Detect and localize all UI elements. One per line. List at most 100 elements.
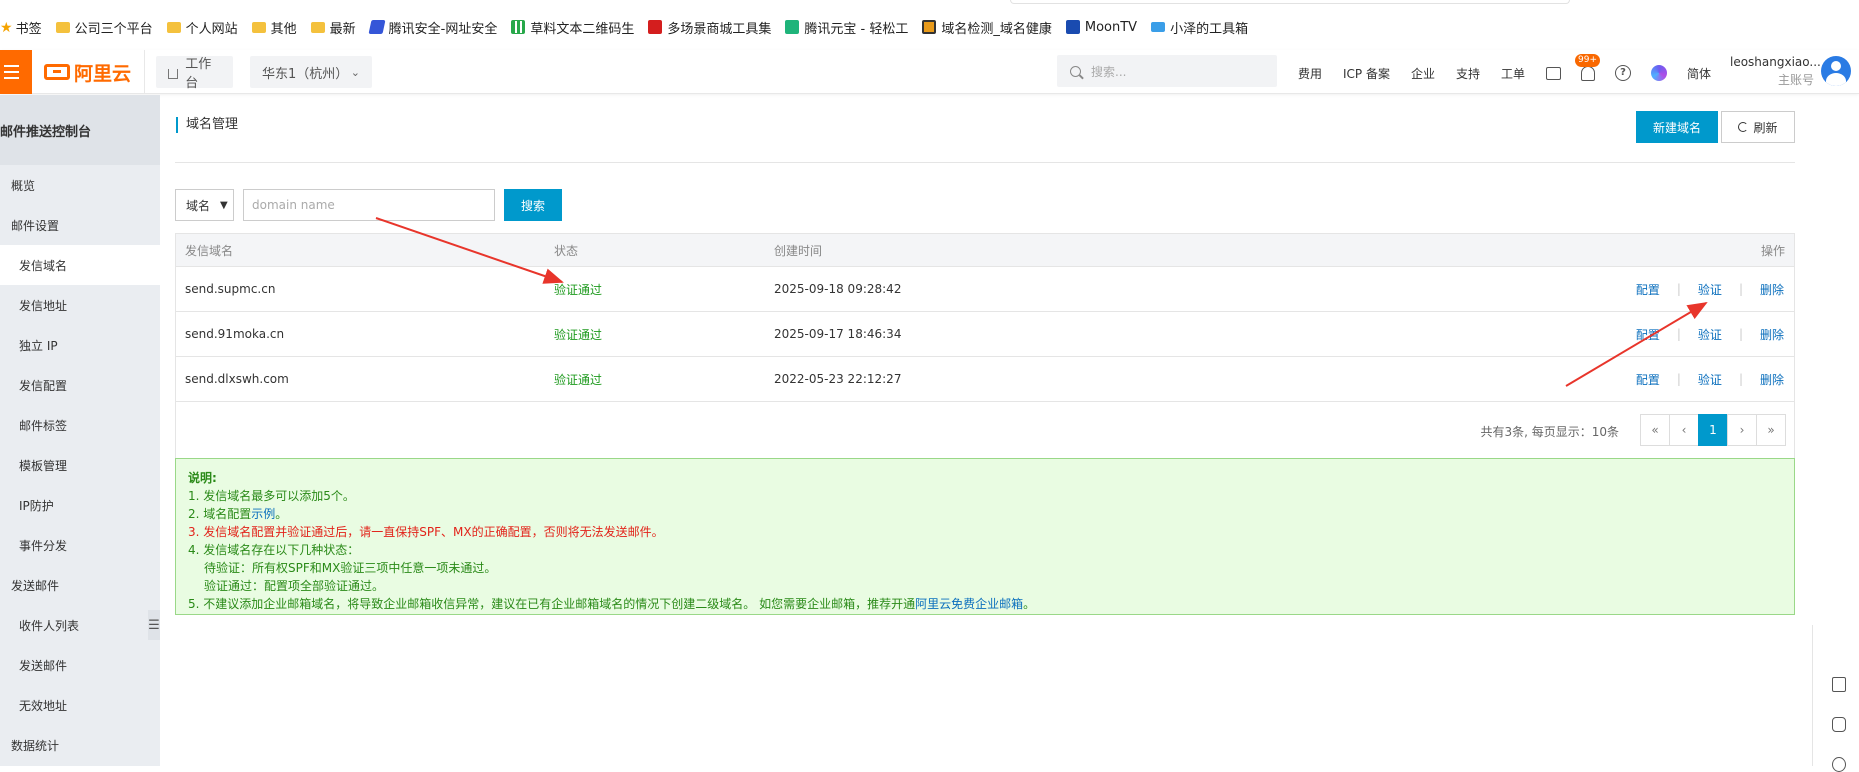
sidebar-item[interactable]: 事件分发	[0, 525, 160, 565]
bookmark-label: 最新	[329, 21, 356, 37]
sidebar-item[interactable]: 独立 IP	[0, 325, 160, 365]
sidebar-item[interactable]: 发送邮件	[0, 565, 160, 605]
ai-assistant-icon[interactable]	[1651, 65, 1668, 81]
new-domain-button[interactable]: 新建域名	[1636, 111, 1718, 143]
right-toolbar	[1812, 625, 1859, 772]
sidebar-item[interactable]: 概览	[0, 165, 160, 205]
example-link[interactable]: 示例	[251, 507, 275, 521]
verify-link[interactable]: 验证	[1698, 281, 1722, 298]
sidebar-item[interactable]: 无效地址	[0, 685, 160, 725]
domain-search-input[interactable]: domain name	[243, 189, 495, 221]
verify-link[interactable]: 验证	[1698, 326, 1722, 343]
document-icon[interactable]	[1832, 677, 1846, 692]
bookmark-item[interactable]: ★ 书签	[0, 18, 42, 37]
sidebar-item[interactable]: 收件人列表	[0, 605, 160, 645]
delete-link[interactable]: 删除	[1760, 371, 1784, 388]
nav-link-ticket[interactable]: 工单	[1501, 65, 1525, 82]
sidebar: 邮件推送控制台 概览 邮件设置 发信域名 发信地址 独立 IP 发信配置 邮件标签 模板管理 I…	[0, 95, 160, 766]
note-line-4a: 待验证：所有权SPF和MX验证三项中任意一项未通过。	[204, 561, 497, 575]
config-link[interactable]: 配置	[1636, 326, 1660, 343]
nav-link-icp[interactable]: ICP 备案	[1343, 65, 1390, 82]
bookmark-item[interactable]: MoonTV	[1065, 20, 1137, 35]
note-line-3: 3. 发信域名配置并验证通过后，请一直保持SPF、MX的正确配置，否则将无法发送…	[188, 525, 664, 539]
config-link[interactable]: 配置	[1636, 371, 1660, 388]
star-icon: ★	[0, 20, 13, 36]
bell-icon[interactable]	[1581, 65, 1596, 81]
page-last-button[interactable]: »	[1756, 414, 1786, 446]
duo-icon	[648, 20, 663, 34]
pagination: « ‹ 1 › »	[1640, 414, 1786, 446]
delete-link[interactable]: 删除	[1760, 281, 1784, 298]
search-button[interactable]: 搜索	[504, 189, 562, 221]
sidebar-item[interactable]: 数据统计	[0, 725, 160, 765]
bookmark-item[interactable]: 公司三个平台	[55, 18, 153, 37]
separator: |	[1676, 372, 1681, 386]
refresh-button[interactable]: 刷新	[1721, 111, 1795, 143]
note-line-2: 2. 域名配置示例。	[188, 505, 1782, 523]
column-header-status: 状态	[554, 243, 579, 258]
sidebar-item[interactable]: 发信配置	[0, 365, 160, 405]
settings-icon[interactable]	[1832, 757, 1846, 772]
cell-status: 验证通过	[554, 327, 603, 342]
folder-icon	[55, 21, 70, 33]
sidebar-item[interactable]: 发信地址	[0, 285, 160, 325]
collapse-sidebar-icon[interactable]: ☰	[148, 610, 160, 640]
cell-created: 2025-09-17 18:46:34	[774, 327, 902, 341]
page-prev-button[interactable]: ‹	[1669, 414, 1699, 446]
note-line-2-text: 2. 域名配置	[188, 507, 252, 521]
sidebar-item[interactable]: 模板管理	[0, 445, 160, 485]
column-header-domain: 发信域名	[185, 243, 234, 258]
note-line-5-suffix: 。	[1023, 597, 1036, 611]
help-icon[interactable]: ?	[1615, 65, 1632, 81]
moon-icon	[1065, 20, 1080, 34]
bookmark-item[interactable]: 小泽的工具箱	[1151, 18, 1248, 37]
aliyun-logo[interactable]: 阿里云	[44, 58, 131, 86]
tool-icon[interactable]	[1832, 717, 1846, 732]
domain-search-placeholder: domain name	[252, 198, 335, 212]
sidebar-item[interactable]: 发送邮件	[0, 645, 160, 685]
bookmark-item[interactable]: 腾讯元宝 - 轻松工	[785, 18, 908, 37]
pagination-info: 共有3条, 每页显示：10条	[1480, 425, 1619, 439]
sidebar-item[interactable]: 发信域名	[0, 245, 160, 285]
terminal-icon[interactable]	[1546, 66, 1562, 80]
bookmark-item[interactable]: 多场景商城工具集	[648, 18, 771, 37]
language-switch[interactable]: 简体	[1687, 65, 1711, 82]
bookmark-item[interactable]: 个人网站	[166, 18, 238, 37]
bookmark-label: 草料文本二维码生	[530, 21, 635, 37]
config-link[interactable]: 配置	[1636, 281, 1660, 298]
pagination-row: 共有3条, 每页显示：10条 « ‹ 1 › »	[176, 402, 1794, 458]
nav-link-billing[interactable]: 费用	[1298, 65, 1322, 82]
sidebar-item[interactable]: 邮件设置	[0, 205, 160, 245]
cell-created: 2022-05-23 22:12:27	[774, 372, 902, 386]
bookmark-item[interactable]: 其他	[251, 18, 297, 37]
page-first-button[interactable]: «	[1640, 414, 1670, 446]
nav-link-enterprise[interactable]: 企业	[1411, 65, 1435, 82]
free-enterprise-mail-link[interactable]: 阿里云免费企业邮箱	[915, 597, 1023, 611]
folder-icon	[166, 21, 181, 33]
region-selector[interactable]: 华东1（杭州） ⌄	[250, 56, 372, 88]
separator: |	[1738, 282, 1743, 296]
verify-link[interactable]: 验证	[1698, 371, 1722, 388]
bookmark-item[interactable]: 域名检测_域名健康	[922, 18, 1052, 37]
page-next-button[interactable]: ›	[1727, 414, 1757, 446]
workbench-button[interactable]: 工作台	[156, 56, 233, 91]
search-input[interactable]: 搜索...	[1057, 55, 1277, 87]
qrcode-icon	[511, 20, 526, 34]
table-row: send.supmc.cn 验证通过 2025-09-18 09:28:42 配置 | 验…	[176, 267, 1794, 312]
divider	[144, 50, 145, 94]
sidebar-item[interactable]: 邮件标签	[0, 405, 160, 445]
top-links: 费用 ICP 备案 企业 支持 工单 ? 简体	[1298, 62, 1732, 84]
bookmark-item[interactable]: 草料文本二维码生	[511, 18, 634, 37]
bookmark-item[interactable]: 腾讯安全-网址安全	[368, 18, 497, 37]
nav-link-support[interactable]: 支持	[1456, 65, 1480, 82]
cell-status: 验证通过	[554, 282, 603, 297]
bookmark-item[interactable]: 最新	[310, 18, 356, 37]
delete-link[interactable]: 删除	[1760, 326, 1784, 343]
filter-field-select[interactable]: 域名 ▼	[175, 189, 234, 221]
separator: |	[1676, 282, 1681, 296]
avatar[interactable]	[1821, 56, 1851, 86]
sidebar-item[interactable]: IP防护	[0, 485, 160, 525]
page-title: 域名管理	[176, 117, 238, 133]
page-current-button[interactable]: 1	[1698, 414, 1728, 446]
menu-icon[interactable]	[0, 50, 32, 94]
